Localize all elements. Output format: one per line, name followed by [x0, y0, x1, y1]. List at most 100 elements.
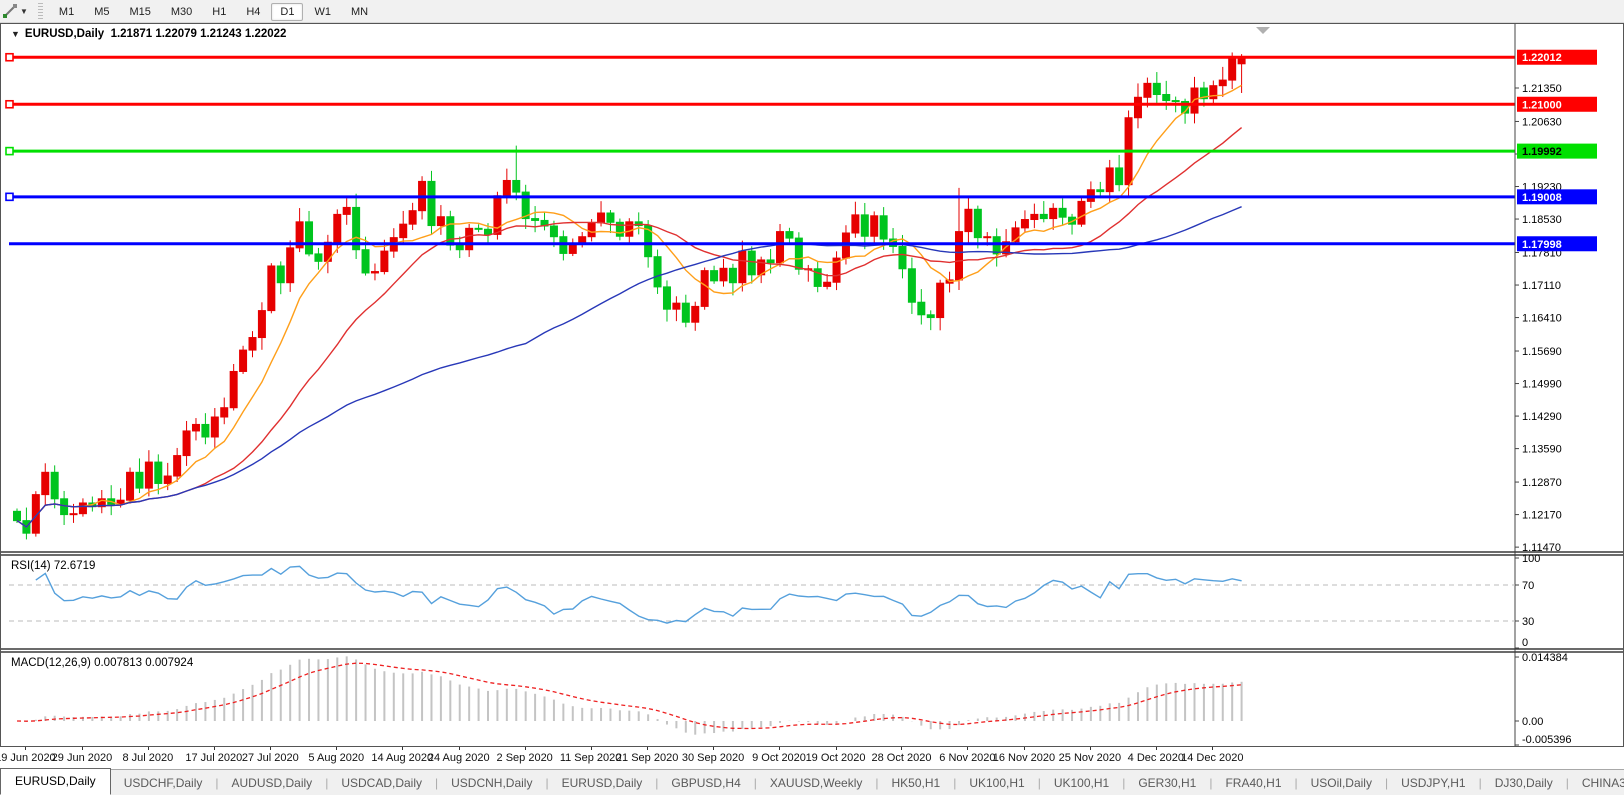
date-label: 8 Jul 2020 [122, 752, 173, 764]
price-badge-label: 1.19992 [1522, 146, 1562, 158]
chart-tab-bar: EURUSD,DailyUSDCHF,Daily|AUDUSD,Daily|US… [0, 769, 1624, 795]
chart-tab-usdjpy-h1[interactable]: USDJPY,H1 [1388, 772, 1478, 794]
price-tick-label: 1.20630 [1522, 116, 1562, 128]
date-label: 16 Nov 2020 [993, 752, 1055, 764]
date-tick [647, 747, 648, 750]
date-label: 11 Sep 2020 [560, 752, 622, 764]
date-label: 4 Dec 2020 [1128, 752, 1184, 764]
date-tick [270, 747, 271, 750]
date-tick [402, 747, 403, 750]
price-badge-label: 1.22012 [1522, 52, 1562, 64]
rsi-tick-label: 0 [1522, 637, 1528, 649]
chart-tab-gbpusd-h4[interactable]: GBPUSD,H4 [658, 772, 753, 794]
timeframe-button-m15[interactable]: M15 [120, 3, 159, 21]
date-tick [459, 747, 460, 750]
chart-tab-usoil-daily[interactable]: USOil,Daily [1298, 772, 1385, 794]
date-label: 29 Jun 2020 [52, 752, 113, 764]
price-badge-label: 1.19008 [1522, 192, 1562, 204]
price-tick-label: 1.17110 [1522, 280, 1561, 292]
date-tick [82, 747, 83, 750]
hline-anchor[interactable] [6, 101, 13, 108]
rsi-tick-label: 70 [1522, 580, 1534, 592]
chart-tab-china300-h1[interactable]: CHINA300,H1 [1569, 772, 1624, 794]
date-tick [214, 747, 215, 750]
date-tick [713, 747, 714, 750]
ohlc-values: 1.21871 1.22079 1.21243 1.22022 [111, 28, 287, 40]
chart-tab-xauusd-weekly[interactable]: XAUUSD,Weekly [757, 772, 875, 794]
timeframe-button-m5[interactable]: M5 [85, 3, 118, 21]
macd-tick-label: -0.005396 [1522, 734, 1572, 746]
chart-tab-dj30-daily[interactable]: DJ30,Daily [1482, 772, 1566, 794]
timeframe-button-h4[interactable]: H4 [237, 3, 269, 21]
date-tick [1024, 747, 1025, 750]
timeframe-button-h1[interactable]: H1 [203, 3, 235, 21]
price-tick-label: 1.16410 [1522, 313, 1562, 325]
price-tick-label: 1.15690 [1522, 346, 1562, 358]
chart-tab-usdchf-daily[interactable]: USDCHF,Daily [111, 772, 216, 794]
chart-tab-usdcad-daily[interactable]: USDCAD,Daily [328, 772, 435, 794]
hline-anchor[interactable] [6, 148, 13, 155]
date-label: 17 Jul 2020 [185, 752, 242, 764]
chart-canvas[interactable]: 1.213501.206301.199301.192301.185301.178… [1, 24, 1623, 746]
price-tick-label: 1.12870 [1522, 477, 1562, 489]
date-label: 19 Jun 2020 [0, 752, 56, 764]
chart-tab-usdcnh-daily[interactable]: USDCNH,Daily [438, 772, 545, 794]
date-label: 28 Oct 2020 [872, 752, 932, 764]
chart-tab-ger30-h1[interactable]: GER30,H1 [1125, 772, 1209, 794]
chart-tab-uk100-h1[interactable]: UK100,H1 [1041, 772, 1122, 794]
price-tick-label: 1.13590 [1522, 444, 1562, 456]
date-label: 21 Sep 2020 [616, 752, 678, 764]
collapse-icon[interactable]: ▼ [11, 29, 20, 39]
date-label: 5 Aug 2020 [308, 752, 364, 764]
price-badge-label: 1.21000 [1522, 99, 1562, 111]
price-tick-label: 1.18530 [1522, 214, 1562, 226]
date-tick [25, 747, 26, 750]
hline-anchor[interactable] [6, 54, 13, 61]
chart-tab-uk100-h1[interactable]: UK100,H1 [956, 772, 1037, 794]
price-tick-label: 1.14290 [1522, 411, 1562, 423]
date-label: 14 Aug 2020 [371, 752, 433, 764]
date-label: 2 Sep 2020 [497, 752, 553, 764]
date-tick [1156, 747, 1157, 750]
timeframe-button-m1[interactable]: M1 [50, 3, 83, 21]
rsi-label: RSI(14) 72.6719 [11, 560, 95, 572]
chart-tab-eurusd-daily[interactable]: EURUSD,Daily [549, 772, 656, 794]
date-label: 9 Oct 2020 [752, 752, 806, 764]
date-tick [148, 747, 149, 750]
timeframe-button-mn[interactable]: MN [342, 3, 377, 21]
toolbar-grip [38, 3, 43, 19]
price-badge-label: 1.17998 [1522, 239, 1562, 251]
date-tick [336, 747, 337, 750]
date-label: 6 Nov 2020 [939, 752, 995, 764]
date-label: 27 Jul 2020 [242, 752, 299, 764]
price-tick-label: 1.21350 [1522, 83, 1562, 95]
macd-label: MACD(12,26,9) 0.007813 0.007924 [11, 657, 193, 669]
line-studies-icon[interactable] [2, 3, 18, 19]
chart-window: 1.213501.206301.199301.192301.185301.178… [0, 23, 1624, 747]
date-tick [591, 747, 592, 750]
date-tick [967, 747, 968, 750]
chart-tab-fra40-h1[interactable]: FRA40,H1 [1212, 772, 1294, 794]
hline-anchor[interactable] [6, 193, 13, 200]
chart-tab-audusd-daily[interactable]: AUDUSD,Daily [219, 772, 326, 794]
date-axis: 19 Jun 202029 Jun 2020 8 Jul 2020 17 Jul 2… [0, 747, 1624, 769]
date-label: 25 Nov 2020 [1059, 752, 1121, 764]
chevron-down-icon[interactable]: ▼ [20, 7, 28, 16]
date-label: 30 Sep 2020 [682, 752, 744, 764]
timeframe-button-m30[interactable]: M30 [162, 3, 201, 21]
price-tick-label: 1.12170 [1522, 510, 1562, 522]
timeframe-button-w1[interactable]: W1 [305, 3, 340, 21]
date-tick [1090, 747, 1091, 750]
chart-tab-eurusd-daily[interactable]: EURUSD,Daily [0, 768, 111, 795]
date-tick [901, 747, 902, 750]
date-label: 14 Dec 2020 [1181, 752, 1243, 764]
macd-tick-label: 0.00 [1522, 716, 1543, 728]
price-tick-label: 1.14990 [1522, 379, 1562, 391]
date-label: 19 Oct 2020 [806, 752, 866, 764]
chart-tab-hk50-h1[interactable]: HK50,H1 [878, 772, 953, 794]
timeframe-toolbar: ▼ M1M5M15M30H1H4D1W1MN [0, 0, 1624, 23]
timeframe-button-d1[interactable]: D1 [271, 3, 303, 21]
date-tick [836, 747, 837, 750]
symbol-label: EURUSD,Daily [25, 28, 104, 40]
date-tick [1212, 747, 1213, 750]
